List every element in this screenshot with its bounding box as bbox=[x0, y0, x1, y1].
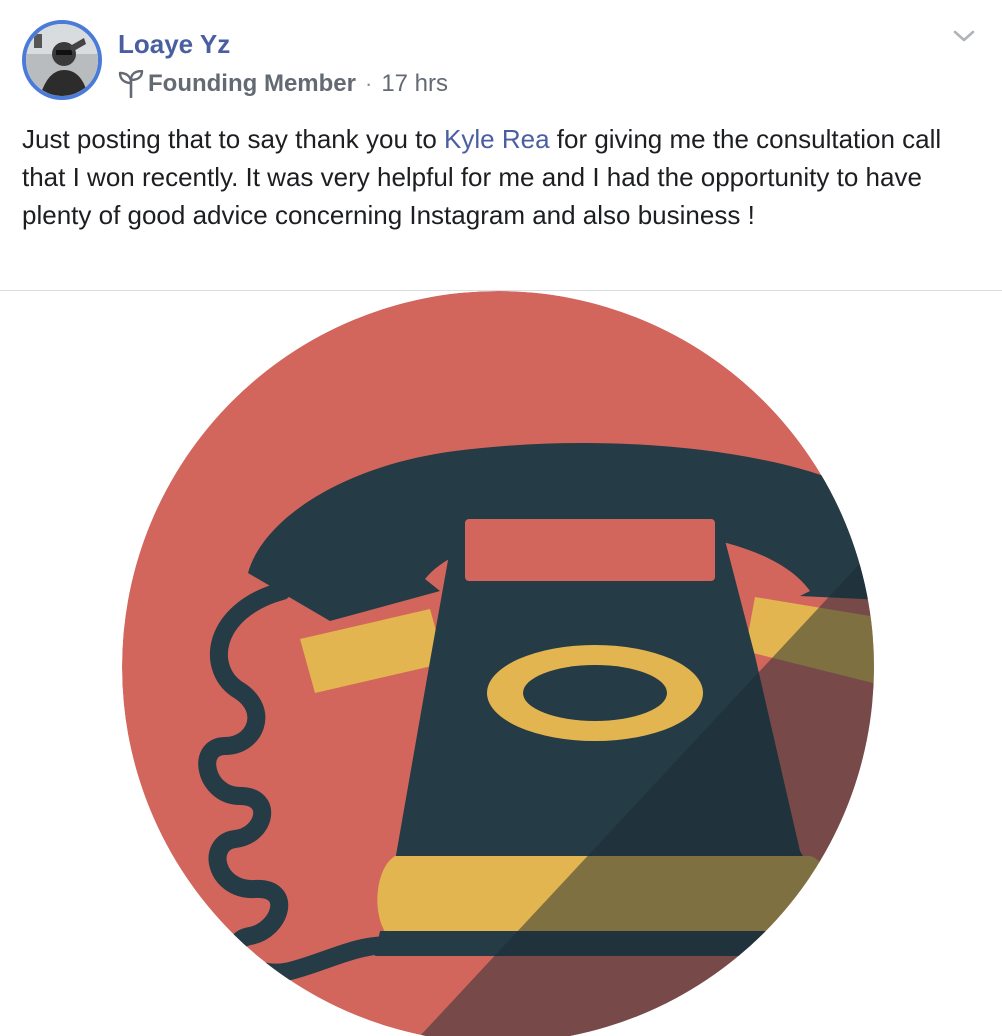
meta-separator: · bbox=[364, 71, 373, 96]
feed-post: Loaye Yz Founding Member · 17 hrs Just p… bbox=[0, 0, 1002, 1036]
post-meta: Founding Member · 17 hrs bbox=[118, 68, 448, 100]
post-text: Just posting that to say thank you to Ky… bbox=[22, 120, 982, 234]
author-name[interactable]: Loaye Yz bbox=[118, 28, 230, 60]
post-header: Loaye Yz Founding Member · 17 hrs bbox=[0, 0, 1002, 112]
sprout-icon bbox=[118, 69, 144, 99]
avatar[interactable] bbox=[22, 20, 102, 100]
chevron-down-icon[interactable] bbox=[950, 26, 978, 46]
mention-link[interactable]: Kyle Rea bbox=[444, 124, 550, 154]
post-image[interactable] bbox=[0, 291, 1002, 1036]
post-text-start: Just posting that to say thank you to bbox=[22, 124, 445, 154]
post-timestamp[interactable]: 17 hrs bbox=[381, 70, 448, 98]
member-badge-label[interactable]: Founding Member bbox=[148, 70, 356, 98]
